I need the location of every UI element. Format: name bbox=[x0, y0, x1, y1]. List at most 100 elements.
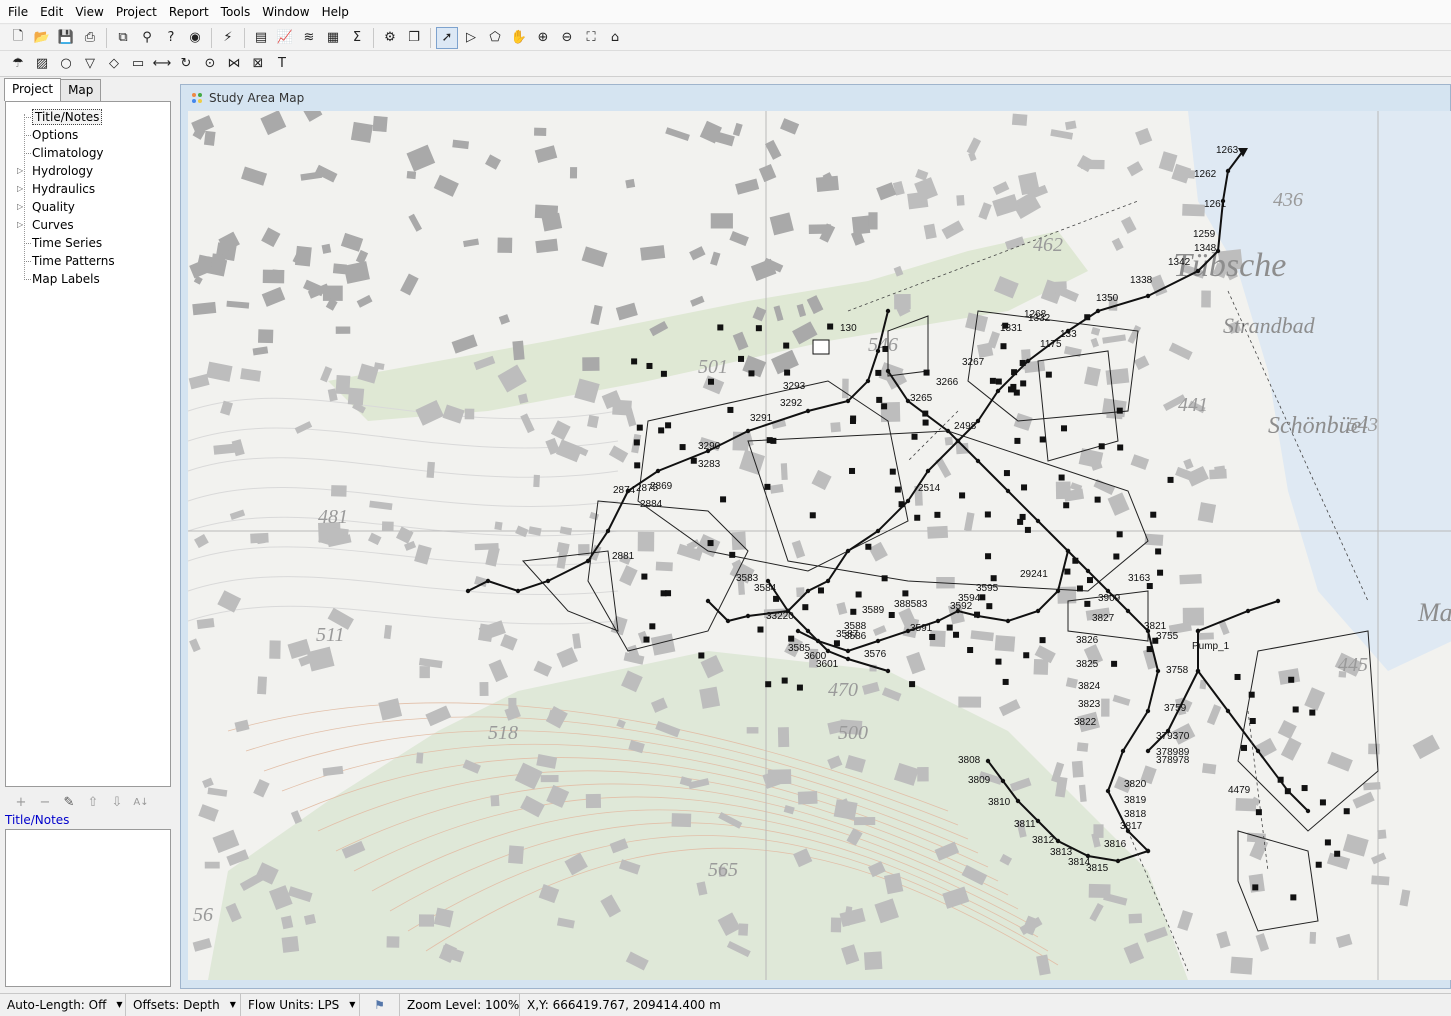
zoom-in-icon[interactable]: ⊕ bbox=[532, 27, 554, 49]
junction bbox=[1035, 518, 1041, 524]
move-up-icon[interactable]: ⇧ bbox=[81, 795, 105, 810]
auto-length-dropdown[interactable]: Auto-Length: Off ▼ bbox=[0, 993, 126, 1016]
junction-icon[interactable]: ○ bbox=[55, 53, 77, 75]
expand-icon[interactable]: ▷ bbox=[17, 180, 23, 198]
outfall-icon[interactable]: ▽ bbox=[79, 53, 101, 75]
node-label: 3758 bbox=[1166, 665, 1189, 676]
tree-item-time-patterns[interactable]: Time Patterns bbox=[6, 252, 170, 270]
tab-map[interactable]: Map bbox=[60, 79, 102, 101]
subcatchment-centroid bbox=[986, 603, 993, 610]
open-icon[interactable]: 📂 bbox=[31, 27, 53, 49]
tree-item-quality[interactable]: ▷ Quality bbox=[6, 198, 170, 216]
subcatchment-icon[interactable]: ▨ bbox=[31, 53, 53, 75]
junction bbox=[885, 368, 891, 374]
building bbox=[640, 245, 666, 261]
tree-item-time-series[interactable]: Time Series bbox=[6, 234, 170, 252]
building bbox=[671, 813, 692, 828]
tree-item-curves[interactable]: ▷ Curves bbox=[6, 216, 170, 234]
menu-window[interactable]: Window bbox=[256, 0, 315, 24]
project-tree: Title/Notes Options Climatology ▷ Hydrology ▷… bbox=[5, 101, 171, 787]
copy-icon[interactable]: ⧉ bbox=[112, 27, 134, 49]
junction bbox=[1105, 788, 1111, 794]
node-label: 3266 bbox=[936, 377, 959, 388]
text-label-icon[interactable]: T bbox=[271, 53, 293, 75]
expand-icon[interactable]: ▷ bbox=[17, 216, 23, 234]
options-icon[interactable]: ⚙ bbox=[379, 27, 401, 49]
edit-icon[interactable]: ✎ bbox=[57, 795, 81, 810]
tree-item-title-notes[interactable]: Title/Notes bbox=[6, 108, 170, 126]
tree-item-hydraulics[interactable]: ▷ Hydraulics bbox=[6, 180, 170, 198]
add-icon[interactable]: + bbox=[9, 795, 33, 810]
save-icon[interactable]: 💾 bbox=[55, 27, 77, 49]
new-icon[interactable]: 🗋 bbox=[7, 27, 29, 49]
menu-view[interactable]: View bbox=[69, 0, 109, 24]
raingage-icon[interactable]: ☂ bbox=[7, 53, 29, 75]
statistics-icon[interactable]: ▦ bbox=[322, 27, 344, 49]
overview-map-icon[interactable]: ◉ bbox=[184, 27, 206, 49]
building bbox=[1093, 824, 1104, 838]
subcatchment-centroid bbox=[788, 635, 795, 642]
zoom-out-icon[interactable]: ⊖ bbox=[556, 27, 578, 49]
tab-project[interactable]: Project bbox=[4, 78, 62, 101]
elevation-label: 501 bbox=[698, 356, 728, 378]
menu-report[interactable]: Report bbox=[163, 0, 215, 24]
flow-units-dropdown[interactable]: Flow Units: LPS ▼ bbox=[241, 993, 360, 1016]
full-extent-icon[interactable]: ⛶ bbox=[580, 27, 602, 49]
expand-icon[interactable]: ▷ bbox=[17, 162, 23, 180]
move-down-icon[interactable]: ⇩ bbox=[105, 795, 129, 810]
expand-icon[interactable]: ▷ bbox=[17, 198, 23, 216]
building bbox=[1179, 573, 1202, 585]
building bbox=[1071, 760, 1084, 778]
divider-icon[interactable]: ◇ bbox=[103, 53, 125, 75]
conduit-icon[interactable]: ⟷ bbox=[151, 53, 173, 75]
subcatchment-centroid bbox=[1284, 788, 1291, 795]
node-label: 3267 bbox=[962, 357, 985, 368]
menu-file[interactable]: File bbox=[2, 0, 34, 24]
subcatchment-centroid bbox=[911, 433, 918, 440]
junction bbox=[805, 408, 811, 414]
offsets-dropdown[interactable]: Offsets: Depth ▼ bbox=[126, 993, 241, 1016]
orifice-icon[interactable]: ⊙ bbox=[199, 53, 221, 75]
subcatchment-centroid bbox=[1116, 531, 1123, 538]
subcatchment-centroid bbox=[989, 377, 996, 384]
delete-icon[interactable]: − bbox=[33, 795, 57, 810]
subcatchment-centroid bbox=[1014, 437, 1021, 444]
select-vertex-icon[interactable]: ▷ bbox=[460, 27, 482, 49]
pump-icon[interactable]: ↻ bbox=[175, 53, 197, 75]
select-region-icon[interactable]: ⬠ bbox=[484, 27, 506, 49]
toolbar-separator bbox=[106, 27, 107, 48]
weir-icon[interactable]: ⋈ bbox=[223, 53, 245, 75]
subcatchment-centroid bbox=[1116, 407, 1123, 414]
subcatchment-centroid bbox=[984, 511, 991, 518]
map-canvas[interactable]: 436 462 501 546 481 511 518 470 500 565 543 445 441 5… bbox=[188, 111, 1451, 980]
storage-icon[interactable]: ▭ bbox=[127, 53, 149, 75]
menu-project[interactable]: Project bbox=[110, 0, 163, 24]
menu-tools[interactable]: Tools bbox=[215, 0, 257, 24]
network-map[interactable]: 4364625015464815115184705005655434454415… bbox=[188, 111, 1451, 980]
tree-item-hydrology[interactable]: ▷ Hydrology bbox=[6, 162, 170, 180]
select-icon[interactable]: ➚ bbox=[436, 26, 458, 49]
outlet-icon[interactable]: ⊠ bbox=[247, 53, 269, 75]
sort-icon[interactable]: A↓ bbox=[129, 797, 153, 808]
tree-item-climatology[interactable]: Climatology bbox=[6, 144, 170, 162]
pan-icon[interactable]: ✋ bbox=[508, 27, 530, 49]
add-label-icon[interactable]: ⌂ bbox=[604, 27, 626, 49]
contour-icon[interactable]: ≋ bbox=[298, 27, 320, 49]
run-icon[interactable]: ⚡ bbox=[217, 27, 239, 49]
node-label: 3601 bbox=[816, 659, 839, 670]
table-icon[interactable]: ▤ bbox=[250, 27, 272, 49]
subcatchment-centroid bbox=[922, 419, 929, 426]
arrange-icon[interactable]: ❐ bbox=[403, 27, 425, 49]
junction bbox=[1145, 708, 1151, 714]
node-label: 3292 bbox=[780, 398, 803, 409]
menu-edit[interactable]: Edit bbox=[34, 0, 69, 24]
subcatchment-centroid bbox=[881, 575, 888, 582]
graph-icon[interactable]: 📈 bbox=[274, 27, 296, 49]
summary-icon[interactable]: Σ bbox=[346, 27, 368, 49]
tree-item-options[interactable]: Options bbox=[6, 126, 170, 144]
query-icon[interactable]: ? bbox=[160, 27, 182, 49]
menu-help[interactable]: Help bbox=[316, 0, 355, 24]
tree-item-map-labels[interactable]: Map Labels bbox=[6, 270, 170, 288]
find-icon[interactable]: ⚲ bbox=[136, 27, 158, 49]
print-icon[interactable]: ⎙ bbox=[79, 27, 101, 49]
